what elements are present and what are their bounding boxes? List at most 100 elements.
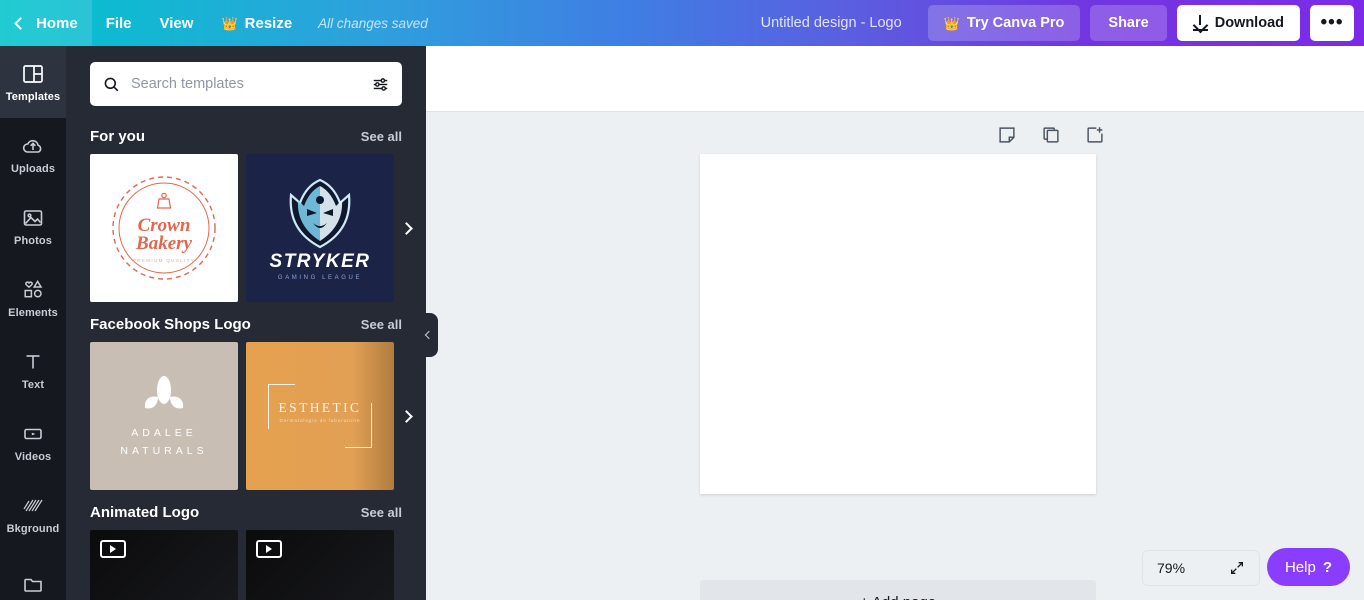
adalee-line-2: NATURALS — [120, 445, 208, 457]
add-page-button[interactable]: + Add page — [700, 580, 1096, 600]
esthetic-subtitle: Dermatologie de laboratoire — [279, 418, 361, 423]
template-thumb-stryker[interactable]: STRYKER GAMING LEAGUE — [246, 154, 394, 302]
notes-page-icon[interactable] — [996, 124, 1018, 146]
video-icon — [24, 428, 42, 439]
resize-label: Resize — [244, 14, 293, 32]
sidebar-label-photos: Photos — [14, 234, 52, 247]
question-mark-icon: ? — [1322, 558, 1332, 576]
esthetic-title: ESTHETIC — [278, 400, 362, 415]
carousel-next-facebook-shops[interactable] — [394, 396, 418, 436]
leaf-icon — [144, 376, 184, 409]
home-label: Home — [36, 14, 78, 32]
zoom-control[interactable]: 79% — [1142, 550, 1260, 586]
carousel-next-for-you[interactable] — [394, 208, 418, 248]
see-all-animated-logo[interactable]: See all — [361, 505, 402, 520]
adalee-line-1: ADALEE — [131, 427, 197, 439]
search-area — [66, 46, 426, 114]
esthetic-frame: ESTHETIC Dermatologie de laboratoire — [268, 384, 372, 448]
see-all-for-you[interactable]: See all — [361, 129, 402, 144]
search-box[interactable] — [90, 62, 402, 106]
section-header: For you See all — [90, 128, 402, 145]
upload-cloud-icon — [22, 139, 42, 153]
try-pro-label: Try Canva Pro — [966, 15, 1065, 31]
share-button[interactable]: Share — [1090, 5, 1167, 41]
template-thumb-crown-bakery[interactable]: Crown Bakery PREMIUM QUALITY — [90, 154, 238, 302]
help-button[interactable]: Help ? — [1266, 548, 1350, 586]
sidebar-item-text[interactable]: Text — [0, 334, 66, 406]
crown-bakery-artwork: Crown Bakery PREMIUM QUALITY — [112, 176, 216, 280]
template-thumb-animated-2[interactable] — [246, 530, 394, 600]
view-menu[interactable]: View — [146, 0, 208, 46]
add-page-icon[interactable] — [1084, 124, 1106, 146]
play-icon — [256, 540, 282, 558]
collapse-panel-button[interactable] — [416, 313, 438, 357]
top-bar: Home File View 👑 Resize All changes save… — [0, 0, 1364, 46]
file-menu[interactable]: File — [92, 0, 146, 46]
zoom-level: 79% — [1157, 560, 1186, 576]
chevron-right-icon — [399, 409, 413, 423]
sidebar-item-videos[interactable]: Videos — [0, 406, 66, 478]
chevron-left-icon — [14, 16, 27, 30]
template-row-for-you: Crown Bakery PREMIUM QUALITY STRYKER GAM… — [90, 154, 413, 302]
section-header: Animated Logo See all — [90, 504, 402, 521]
section-facebook-shops-logo: Facebook Shops Logo See all ADALEE NATUR… — [66, 316, 426, 490]
sidebar-item-uploads[interactable]: Uploads — [0, 118, 66, 190]
sidebar-label-videos: Videos — [14, 450, 52, 463]
resize-button[interactable]: 👑 Resize — [207, 0, 306, 46]
sidebar-item-folders[interactable] — [0, 550, 66, 600]
try-canva-pro-button[interactable]: 👑 Try Canva Pro — [927, 5, 1081, 41]
canvas-toolbar — [426, 46, 1364, 112]
see-all-facebook-shops[interactable]: See all — [361, 317, 402, 332]
document-title[interactable]: Untitled design - Logo — [751, 9, 912, 37]
design-canvas-page[interactable] — [700, 154, 1096, 494]
templates-icon — [23, 64, 43, 83]
sidebar-item-elements[interactable]: Elements — [0, 262, 66, 334]
stryker-title: STRYKER — [269, 251, 371, 272]
search-icon — [104, 77, 119, 91]
sidebar-item-photos[interactable]: Photos — [0, 190, 66, 262]
sidebar-label-elements: Elements — [8, 306, 58, 319]
top-bar-menu: Home File View 👑 Resize All changes save… — [0, 0, 428, 46]
download-icon — [1192, 15, 1208, 31]
stryker-subtitle: GAMING LEAGUE — [277, 275, 363, 281]
template-thumb-adalee-naturals[interactable]: ADALEE NATURALS — [90, 342, 238, 490]
section-header: Facebook Shops Logo See all — [90, 316, 402, 333]
sidebar-item-templates[interactable]: Templates — [0, 46, 66, 118]
section-title: Facebook Shops Logo — [90, 316, 251, 333]
templates-panel: For you See all Crown Bakery PREMIUM QUA… — [66, 46, 426, 600]
canva-editor: Home File View 👑 Resize All changes save… — [0, 0, 1364, 600]
sidebar-label-templates: Templates — [5, 90, 61, 103]
download-button[interactable]: Download — [1176, 5, 1300, 41]
play-icon — [100, 540, 126, 558]
template-thumb-esthetic[interactable]: ESTHETIC Dermatologie de laboratoire — [246, 342, 394, 490]
wolf-head-icon — [289, 178, 351, 249]
section-title: Animated Logo — [90, 504, 200, 521]
svg-text:PREMIUM QUALITY: PREMIUM QUALITY — [133, 258, 195, 263]
download-label: Download — [1214, 15, 1284, 31]
sidebar-item-background[interactable]: Bkground — [0, 478, 66, 550]
crown-icon: 👑 — [943, 15, 960, 31]
hatch-pattern-icon — [23, 499, 43, 511]
expand-arrows-icon[interactable] — [1229, 560, 1245, 576]
template-row-facebook-shops: ADALEE NATURALS ESTHETIC Dermatologie de… — [90, 342, 413, 490]
template-row-animated-logo — [90, 530, 402, 600]
crown-icon: 👑 — [221, 15, 238, 31]
filter-sliders-icon[interactable] — [371, 75, 390, 94]
chevron-left-icon — [424, 330, 433, 340]
more-options-button[interactable]: ••• — [1310, 5, 1354, 41]
search-input[interactable] — [131, 76, 361, 92]
file-label: File — [105, 14, 132, 32]
top-bar-actions: Untitled design - Logo 👑 Try Canva Pro S… — [751, 0, 1364, 46]
sidebar-label-uploads: Uploads — [10, 162, 56, 175]
home-button[interactable]: Home — [0, 0, 92, 46]
svg-text:Bakery: Bakery — [135, 233, 193, 254]
sidebar-label-text: Text — [21, 378, 45, 391]
duplicate-page-icon[interactable] — [1040, 124, 1062, 146]
chevron-right-icon — [399, 221, 413, 235]
template-thumb-animated-1[interactable] — [90, 530, 238, 600]
sidebar-label-background: Bkground — [6, 522, 60, 535]
save-status: All changes saved — [318, 15, 428, 31]
section-for-you: For you See all Crown Bakery PREMIUM QUA… — [66, 128, 426, 302]
photo-icon — [23, 209, 43, 226]
adalee-text: ADALEE NATURALS — [120, 427, 207, 457]
